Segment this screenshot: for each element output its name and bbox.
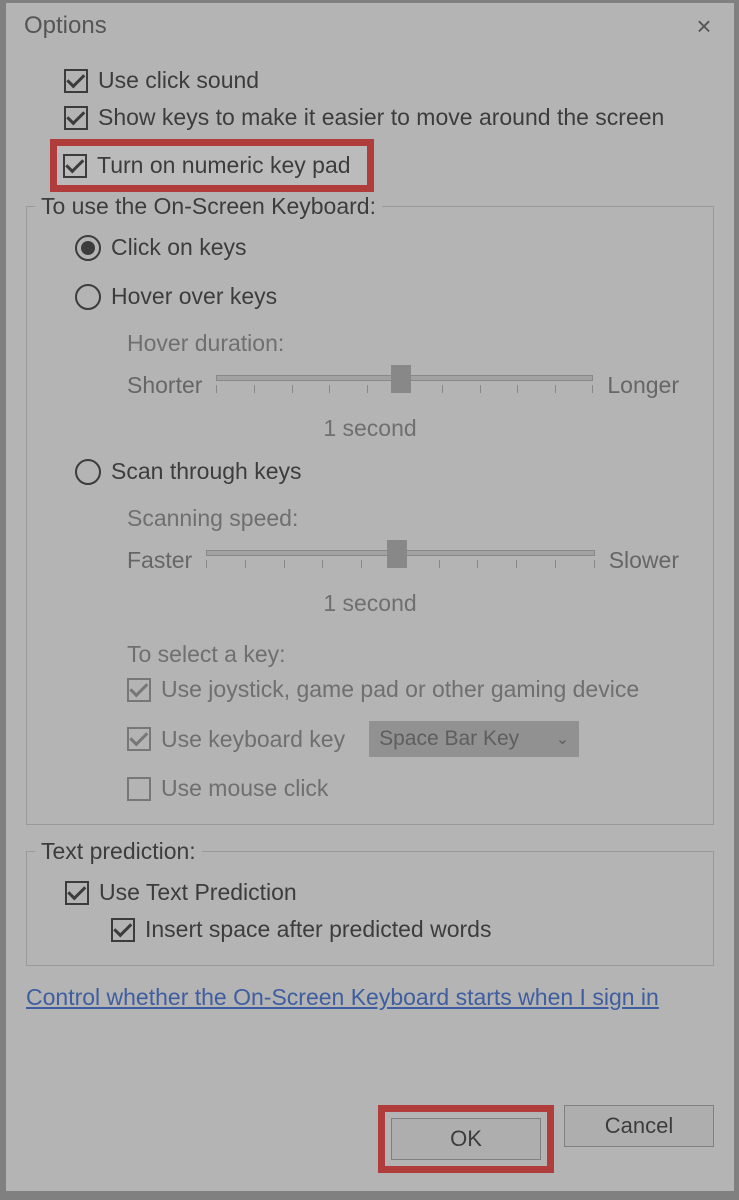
- scanning-speed-slider[interactable]: [206, 540, 595, 580]
- use-keyboard-key-row[interactable]: Use keyboard key Space Bar Key ⌄: [41, 719, 699, 759]
- checkbox-icon[interactable]: [127, 678, 151, 702]
- use-text-prediction-row[interactable]: Use Text Prediction: [41, 877, 699, 908]
- highlight-numeric-keypad: Turn on numeric key pad: [50, 139, 374, 192]
- show-keys-label: Show keys to make it easier to move arou…: [98, 104, 664, 131]
- keyboard-key-value: Space Bar Key: [379, 727, 519, 751]
- control-startup-link[interactable]: Control whether the On-Screen Keyboard s…: [26, 984, 659, 1011]
- to-select-key-label: To select a key:: [41, 641, 699, 668]
- checkbox-icon[interactable]: [64, 106, 88, 130]
- use-click-sound-row[interactable]: Use click sound: [26, 65, 714, 96]
- options-dialog: Options × Use click sound Show keys to m…: [5, 2, 735, 1192]
- hover-duration-label: Hover duration:: [41, 330, 699, 357]
- scanning-speed-label: Scanning speed:: [41, 505, 699, 532]
- checkbox-icon[interactable]: [127, 727, 151, 751]
- show-keys-row[interactable]: Show keys to make it easier to move arou…: [26, 102, 714, 133]
- numeric-keypad-label: Turn on numeric key pad: [97, 152, 351, 179]
- use-osk-legend: To use the On-Screen Keyboard:: [35, 193, 382, 220]
- checkbox-icon[interactable]: [65, 881, 89, 905]
- scan-slower-label: Slower: [609, 547, 679, 574]
- use-keyboard-key-label: Use keyboard key: [161, 726, 345, 753]
- cancel-button[interactable]: Cancel: [564, 1105, 714, 1147]
- radio-icon[interactable]: [75, 284, 101, 310]
- checkbox-icon[interactable]: [64, 69, 88, 93]
- scan-slider-row: Faster Slower: [41, 540, 699, 580]
- keyboard-key-dropdown[interactable]: Space Bar Key ⌄: [369, 721, 579, 757]
- close-icon[interactable]: ×: [684, 6, 724, 46]
- use-click-sound-label: Use click sound: [98, 67, 259, 94]
- checkbox-icon[interactable]: [127, 777, 151, 801]
- dialog-body: Use click sound Show keys to make it eas…: [6, 49, 734, 1021]
- dialog-buttons: OK Cancel: [378, 1105, 714, 1173]
- hover-shorter-label: Shorter: [127, 372, 202, 399]
- radio-click-on-keys[interactable]: Click on keys: [41, 232, 699, 263]
- radio-scan-through-keys[interactable]: Scan through keys: [41, 456, 699, 487]
- checkbox-icon[interactable]: [63, 154, 87, 178]
- radio-click-label: Click on keys: [111, 234, 246, 261]
- text-prediction-legend: Text prediction:: [35, 838, 202, 865]
- use-mouse-click-label: Use mouse click: [161, 775, 328, 802]
- insert-space-label: Insert space after predicted words: [145, 916, 491, 943]
- highlight-ok-button: OK: [378, 1105, 554, 1173]
- use-osk-group: To use the On-Screen Keyboard: Click on …: [26, 206, 714, 825]
- scan-faster-label: Faster: [127, 547, 192, 574]
- hover-slider-row: Shorter Longer: [41, 365, 699, 405]
- hover-duration-slider[interactable]: [216, 365, 593, 405]
- use-text-prediction-label: Use Text Prediction: [99, 879, 297, 906]
- insert-space-row[interactable]: Insert space after predicted words: [41, 914, 699, 945]
- checkbox-icon[interactable]: [111, 918, 135, 942]
- radio-hover-over-keys[interactable]: Hover over keys: [41, 281, 699, 312]
- titlebar: Options ×: [6, 3, 734, 49]
- use-joystick-label: Use joystick, game pad or other gaming d…: [161, 676, 639, 703]
- chevron-down-icon: ⌄: [556, 729, 569, 749]
- hover-longer-label: Longer: [607, 372, 679, 399]
- radio-icon[interactable]: [75, 459, 101, 485]
- use-mouse-click-row[interactable]: Use mouse click: [41, 773, 699, 804]
- radio-hover-label: Hover over keys: [111, 283, 277, 310]
- radio-scan-label: Scan through keys: [111, 458, 302, 485]
- radio-icon[interactable]: [75, 235, 101, 261]
- dialog-title: Options: [24, 12, 107, 40]
- numeric-keypad-row[interactable]: Turn on numeric key pad: [63, 150, 357, 181]
- text-prediction-group: Text prediction: Use Text Prediction Ins…: [26, 851, 714, 966]
- scanning-speed-value: 1 second: [41, 590, 699, 617]
- hover-duration-value: 1 second: [41, 415, 699, 442]
- ok-button[interactable]: OK: [391, 1118, 541, 1160]
- use-joystick-row[interactable]: Use joystick, game pad or other gaming d…: [41, 674, 699, 705]
